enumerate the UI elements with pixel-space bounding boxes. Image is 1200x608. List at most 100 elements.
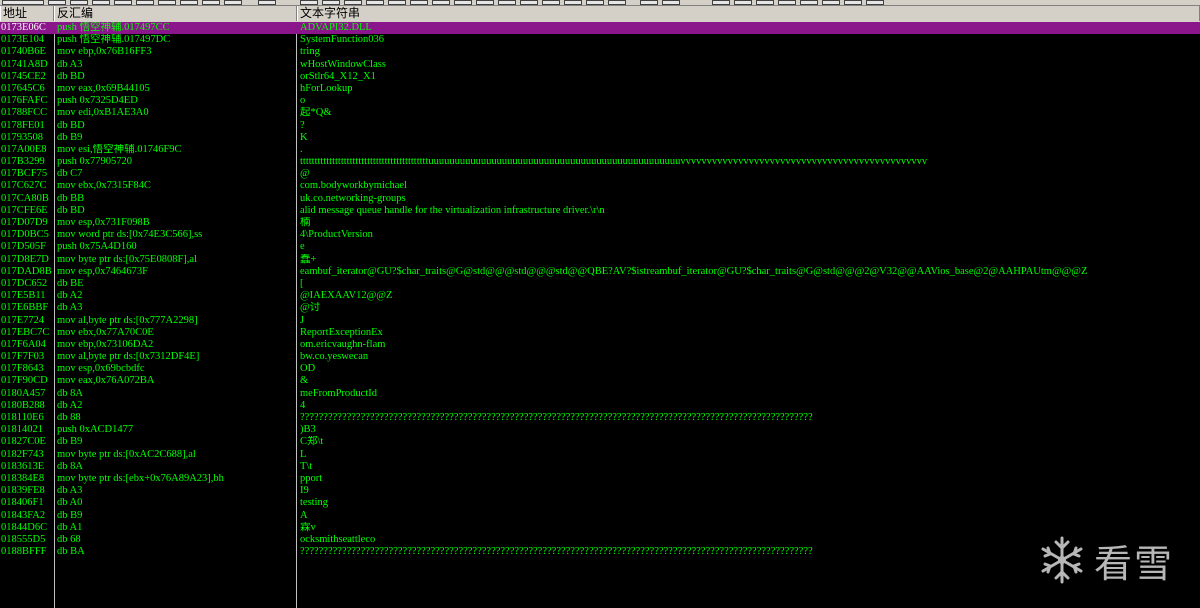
toolbar-button[interactable]	[844, 0, 862, 5]
toolbar-button[interactable]	[564, 0, 582, 5]
column-header-address[interactable]: 地址	[0, 6, 54, 21]
list-row[interactable]: 017E6BBF db A3 @讨	[0, 302, 1200, 314]
list-row[interactable]: 0188BFFF db BA???????????????????????????…	[0, 546, 1200, 558]
toolbar-button[interactable]	[756, 0, 774, 5]
toolbar-button[interactable]	[366, 0, 384, 5]
row-disassembly: mov byte ptr ds:[0xAC2C688],al	[57, 448, 196, 460]
list-row[interactable]: 017CA80B db BB uk.co.networking-groups	[0, 193, 1200, 205]
row-string: eambuf_iterator@GU?$char_traits@G@std@@@…	[300, 265, 1088, 277]
row-disassembly: db 8A	[57, 460, 83, 472]
list-row[interactable]: 0182F743 mov byte ptr ds:[0xAC2C688],al L	[0, 449, 1200, 461]
list-row[interactable]: 017EBC7C mov ebx,0x77A70C0E ReportExceptio…	[0, 327, 1200, 339]
toolbar-button[interactable]	[388, 0, 406, 5]
list-row[interactable]: 017F7F03 mov al,byte ptr ds:[0x7312DF4E] b…	[0, 351, 1200, 363]
list-row[interactable]: 018406F1 db A0 testing	[0, 497, 1200, 509]
list-row[interactable]: 017C627C mov ebx,0x7315F84C com.bodyworkby…	[0, 180, 1200, 192]
list-row[interactable]: 017645C6 mov eax,0x69B44105 hForLookup	[0, 83, 1200, 95]
toolbar-button[interactable]	[640, 0, 658, 5]
list-row[interactable]: 017D505F push 0x75A4D160 e	[0, 241, 1200, 253]
list-row[interactable]: 017D07D9 mov esp,0x731F098B 楠	[0, 217, 1200, 229]
toolbar-button[interactable]	[344, 0, 362, 5]
toolbar-button[interactable]	[586, 0, 604, 5]
list-row[interactable]: 01844D6C db A1 霖v	[0, 522, 1200, 534]
list-row[interactable]: 017DAD8B mov esp,0x7464673F eambuf_iterato…	[0, 266, 1200, 278]
list-row[interactable]: 0173E06C push 悟空神辅.017497CC ADVAPI32.DLL	[0, 22, 1200, 35]
toolbar-button[interactable]	[662, 0, 680, 5]
row-string: meFromProductId	[300, 387, 377, 399]
list-row[interactable]: 018555D5 db 68 ocksmithseattleco	[0, 534, 1200, 546]
list-row[interactable]: 017F8643 mov esp,0x69bcbdfc OD	[0, 363, 1200, 375]
list-row[interactable]: 01827C0E db B9 C郑\t	[0, 436, 1200, 448]
column-header-disasm[interactable]: 反汇编	[54, 6, 297, 21]
list-row[interactable]: 017F90CD mov eax,0x76A072BA &	[0, 375, 1200, 387]
list-row[interactable]: 0176FAFC push 0x7325D4ED o	[0, 95, 1200, 107]
watermark-text: 看雪	[1094, 541, 1175, 586]
row-disassembly: db B9	[57, 509, 83, 521]
list-row[interactable]: 01741A8D db A3 wHostWindowClass	[0, 59, 1200, 71]
toolbar-button[interactable]	[258, 0, 276, 5]
row-string: e	[300, 241, 305, 253]
list-row[interactable]: 0180A457 db 8A meFromProductId	[0, 388, 1200, 400]
toolbar-button[interactable]	[224, 0, 242, 5]
toolbar-button[interactable]	[70, 0, 88, 5]
toolbar-button[interactable]	[800, 0, 818, 5]
toolbar-button[interactable]	[712, 0, 730, 5]
row-disassembly: push 0x75A4D160	[57, 241, 137, 253]
toolbar-button[interactable]	[608, 0, 626, 5]
row-address: 017CA80B	[1, 192, 49, 204]
toolbar-button[interactable]	[778, 0, 796, 5]
toolbar-button[interactable]	[92, 0, 110, 5]
toolbar-button[interactable]	[734, 0, 752, 5]
list-row[interactable]: 017DC652 db BE [	[0, 278, 1200, 290]
toolbar-button[interactable]	[542, 0, 560, 5]
list-row[interactable]: 017D0BC5 mov word ptr ds:[0x74E3C566],ss 4…	[0, 229, 1200, 241]
list-row[interactable]: 017BCF75 db C7 @	[0, 168, 1200, 180]
row-disassembly: db BB	[57, 192, 85, 204]
list-row[interactable]: 017B3299 push 0x77905720 ttttttttttttttttt…	[0, 156, 1200, 168]
list-row[interactable]: 017D8E7D mov byte ptr ds:[0x75E0808F],al 蠢…	[0, 254, 1200, 266]
list-row[interactable]: 018384E8 mov byte ptr ds:[ebx+0x76A89A23]…	[0, 473, 1200, 485]
toolbar-button[interactable]	[158, 0, 176, 5]
toolbar-button[interactable]	[498, 0, 516, 5]
list-row[interactable]: 0183613E db 8A T\t	[0, 461, 1200, 473]
toolbar-button[interactable]	[520, 0, 538, 5]
toolbar-button[interactable]	[136, 0, 154, 5]
toolbar-button[interactable]	[114, 0, 132, 5]
list-row[interactable]: 017F6A04 mov ebp,0x73106DA2 om.ericvaughn-…	[0, 339, 1200, 351]
list-row[interactable]: 017E7724 mov al,byte ptr ds:[0x777A2298] J	[0, 315, 1200, 327]
list-row[interactable]: 01793508 db B9 K	[0, 132, 1200, 144]
list-row[interactable]: 01740B6E mov ebp,0x76B16FF3 tring	[0, 46, 1200, 58]
list-row[interactable]: 0173E104 push 悟空神辅.017497DC SystemFunction…	[0, 34, 1200, 46]
row-address: 017F6A04	[1, 338, 46, 350]
row-address: 0188BFFF	[1, 546, 47, 558]
toolbar-button[interactable]	[410, 0, 428, 5]
list-row[interactable]: 01745CE2 db BD orStlr64_X12_X1	[0, 71, 1200, 83]
toolbar-button[interactable]	[180, 0, 198, 5]
row-string: )B3	[300, 424, 316, 436]
row-disassembly: mov word ptr ds:[0x74E3C566],ss	[57, 229, 203, 241]
list-row[interactable]: 017A00E8 mov esi,悟空神辅.01746F9C.	[0, 144, 1200, 156]
row-string: ReportExceptionEx	[300, 326, 383, 338]
list-row[interactable]: 01839FE8 db A3 I9	[0, 485, 1200, 497]
toolbar-button[interactable]	[2, 0, 44, 5]
column-header-string[interactable]: 文本字符串	[297, 6, 1200, 21]
toolbar-button[interactable]	[454, 0, 472, 5]
list-row[interactable]: 01788FCC mov edi,0xB1AE3A0 起*Q&	[0, 107, 1200, 119]
list-row[interactable]: 01843FA2 db B9 A	[0, 510, 1200, 522]
toolbar-button[interactable]	[866, 0, 884, 5]
toolbar-button[interactable]	[822, 0, 840, 5]
list-row[interactable]: 018110E6 db 88???????????????????????????…	[0, 412, 1200, 424]
list-row[interactable]: 0178FE01 db BD?	[0, 120, 1200, 132]
row-string: alid message queue handle for the virtua…	[300, 204, 605, 216]
toolbar-button[interactable]	[300, 0, 318, 5]
toolbar-button[interactable]	[476, 0, 494, 5]
toolbar-button[interactable]	[48, 0, 66, 5]
toolbar-button[interactable]	[322, 0, 340, 5]
list-row[interactable]: 01814021 push 0xACD1477)B3	[0, 424, 1200, 436]
toolbar-button[interactable]	[202, 0, 220, 5]
list-row[interactable]: 0180B288 db A2 4	[0, 400, 1200, 412]
toolbar-button[interactable]	[432, 0, 450, 5]
list-row[interactable]: 017CFE6E db BD alid message queue handle f…	[0, 205, 1200, 217]
list-row[interactable]: 017E5B11 db A2 @IAEXAAV12@@Z	[0, 290, 1200, 302]
row-string: 蠢+	[300, 253, 317, 265]
